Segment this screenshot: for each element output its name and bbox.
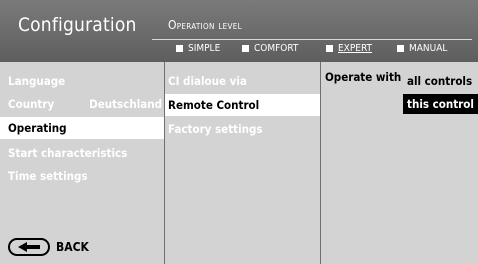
- header-bar: Configuration Operation level SIMPLE COM…: [0, 0, 478, 62]
- square-icon: [397, 45, 404, 52]
- square-icon: [326, 45, 333, 52]
- square-icon: [242, 45, 249, 52]
- back-arrow-icon: [8, 238, 50, 256]
- menu-item-time-settings[interactable]: Time settings: [0, 165, 164, 187]
- submenu-item-label: CI dialoue via: [168, 74, 247, 88]
- menu-item-label: Operating: [8, 121, 67, 135]
- submenu-panel: CI dialoue via Remote Control Factory se…: [165, 62, 320, 264]
- menu-item-country[interactable]: Country Deutschland: [0, 93, 164, 115]
- choice-label: this control: [407, 97, 474, 111]
- menu-item-language[interactable]: Language: [0, 70, 164, 92]
- option-expert[interactable]: EXPERT: [326, 43, 372, 54]
- operation-level-divider: [152, 39, 472, 40]
- menu-item-label: Time settings: [8, 169, 88, 183]
- option-manual-label: MANUAL: [409, 43, 448, 54]
- country-value: Deutschland: [89, 97, 162, 111]
- square-icon: [176, 45, 183, 52]
- detail-panel: Operate with all controls this control: [321, 62, 478, 264]
- option-comfort[interactable]: COMFORT: [242, 43, 298, 54]
- option-simple[interactable]: SIMPLE: [176, 43, 220, 54]
- menu-item-start-characteristics[interactable]: Start characteristics: [0, 142, 164, 164]
- back-label: BACK: [56, 240, 89, 254]
- submenu-item-remote-control[interactable]: Remote Control: [165, 94, 320, 116]
- menu-item-operating[interactable]: Operating: [0, 117, 164, 139]
- submenu-item-label: Factory settings: [168, 122, 263, 136]
- submenu-item-ci-dialogue[interactable]: CI dialoue via: [165, 70, 320, 92]
- choice-all-controls[interactable]: all controls: [403, 71, 476, 91]
- menu-item-label: Start characteristics: [8, 146, 128, 160]
- main-menu-panel: Language Country Deutschland Operating S…: [0, 62, 164, 264]
- submenu-item-label: Remote Control: [168, 98, 260, 112]
- operate-with-label: Operate with: [325, 70, 402, 84]
- page-title: Configuration: [18, 14, 137, 36]
- menu-item-label: Country: [8, 97, 55, 111]
- back-button[interactable]: BACK: [8, 238, 89, 256]
- submenu-item-factory-settings[interactable]: Factory settings: [165, 118, 320, 140]
- choice-this-control[interactable]: this control: [403, 94, 478, 114]
- option-simple-label: SIMPLE: [188, 43, 221, 54]
- option-expert-label: EXPERT: [338, 43, 372, 54]
- option-comfort-label: COMFORT: [254, 43, 299, 54]
- operation-level-label: Operation level: [168, 18, 242, 32]
- menu-item-label: Language: [8, 74, 66, 88]
- option-manual[interactable]: MANUAL: [397, 43, 447, 54]
- choice-label: all controls: [407, 74, 473, 88]
